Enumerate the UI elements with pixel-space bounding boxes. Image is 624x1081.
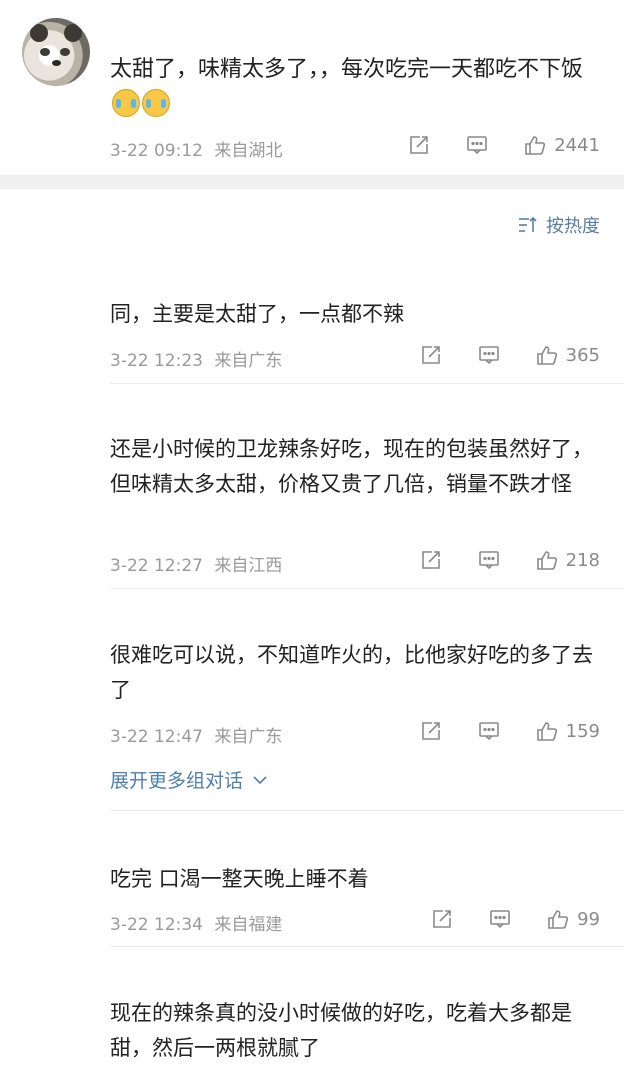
share-icon[interactable] — [431, 908, 453, 930]
divider — [110, 810, 624, 811]
reply-actions: 159 — [420, 720, 600, 742]
like-count: 218 — [565, 549, 600, 571]
reply-meta: 3-22 12:34 来自福建 — [110, 910, 282, 935]
crying-laughing-emoji-icon — [142, 89, 170, 117]
divider — [110, 383, 624, 384]
reply-time: 3-22 12:47 — [110, 727, 203, 747]
reply-meta: 3-22 12:23 来自广东 — [110, 346, 282, 371]
reply-location: 来自江西 — [214, 556, 283, 576]
reply-meta: 3-22 12:27 来自江西 — [110, 551, 282, 576]
like-icon[interactable] — [536, 549, 558, 571]
share-icon[interactable] — [420, 344, 442, 366]
comment-location: 来自湖北 — [214, 141, 283, 161]
reply-text: 吃完 口渴一整天晚上睡不着 — [110, 867, 369, 891]
comment-icon[interactable] — [489, 908, 511, 930]
section-separator — [0, 175, 624, 189]
comment-meta: 3-22 09:12 来自湖北 — [110, 136, 282, 161]
reply-item: 现在的辣条真的没小时候做的好吃，吃着大多都是甜，然后一两根就腻了 — [110, 996, 604, 1066]
like-count: 2441 — [554, 134, 600, 156]
reply-meta: 3-22 12:47 来自广东 — [110, 722, 282, 747]
chevron-down-icon — [253, 776, 267, 785]
reply-actions: 99 — [431, 908, 600, 930]
reply-text: 现在的辣条真的没小时候做的好吃，吃着大多都是甜，然后一两根就腻了 — [110, 1001, 572, 1060]
comment-icon[interactable] — [478, 344, 500, 366]
reply-time: 3-22 12:34 — [110, 915, 203, 935]
reply-item: 很难吃可以说，不知道咋火的，比他家好吃的多了去了 — [110, 638, 604, 708]
reply-time: 3-22 12:23 — [110, 351, 203, 371]
reply-actions: 218 — [420, 549, 600, 571]
comment-icon[interactable] — [466, 134, 488, 156]
reply-actions: 365 — [420, 344, 600, 366]
crying-laughing-emoji-icon — [112, 89, 140, 117]
like-count: 99 — [577, 908, 600, 930]
share-icon[interactable] — [408, 134, 430, 156]
comment-icon[interactable] — [478, 549, 500, 571]
like-icon[interactable] — [536, 344, 558, 366]
comment-actions: 2441 — [408, 134, 600, 156]
sort-icon — [519, 216, 537, 232]
like-count: 159 — [565, 720, 600, 742]
expand-more-conversations-link[interactable]: 展开更多组对话 — [110, 766, 267, 793]
expand-label: 展开更多组对话 — [110, 770, 244, 792]
reply-location: 来自广东 — [214, 351, 283, 371]
divider — [110, 588, 624, 589]
sort-label: 按热度 — [546, 216, 600, 237]
like-count: 365 — [565, 344, 600, 366]
reply-item: 吃完 口渴一整天晚上睡不着 — [110, 862, 604, 897]
share-icon[interactable] — [420, 549, 442, 571]
reply-item: 同，主要是太甜了，一点都不辣 — [110, 297, 604, 332]
comment-text: 太甜了，味精太多了，，每次吃完一天都吃不下饭 — [110, 52, 600, 124]
like-icon[interactable] — [547, 908, 569, 930]
comment-text-content: 太甜了，味精太多了，，每次吃完一天都吃不下饭 — [110, 57, 584, 82]
reply-text: 同，主要是太甜了，一点都不辣 — [110, 302, 404, 326]
divider — [110, 946, 624, 947]
reply-item: 还是小时候的卫龙辣条好吃，现在的包装虽然好了，但味精太多太甜，价格又贵了几倍，销… — [110, 432, 604, 502]
reply-time: 3-22 12:27 — [110, 556, 203, 576]
reply-location: 来自福建 — [214, 915, 283, 935]
reply-text: 还是小时候的卫龙辣条好吃，现在的包装虽然好了，但味精太多太甜，价格又贵了几倍，销… — [110, 437, 593, 496]
comment-icon[interactable] — [478, 720, 500, 742]
like-icon[interactable] — [524, 134, 546, 156]
reply-text: 很难吃可以说，不知道咋火的，比他家好吃的多了去了 — [110, 643, 593, 702]
reply-location: 来自广东 — [214, 727, 283, 747]
avatar[interactable] — [22, 18, 90, 86]
share-icon[interactable] — [420, 720, 442, 742]
like-icon[interactable] — [536, 720, 558, 742]
comment-time: 3-22 09:12 — [110, 141, 203, 161]
sort-by-hot-button[interactable]: 按热度 — [518, 212, 600, 238]
main-comment: 太甜了，味精太多了，，每次吃完一天都吃不下饭 3-22 09:12 来自湖北 2… — [0, 0, 624, 175]
